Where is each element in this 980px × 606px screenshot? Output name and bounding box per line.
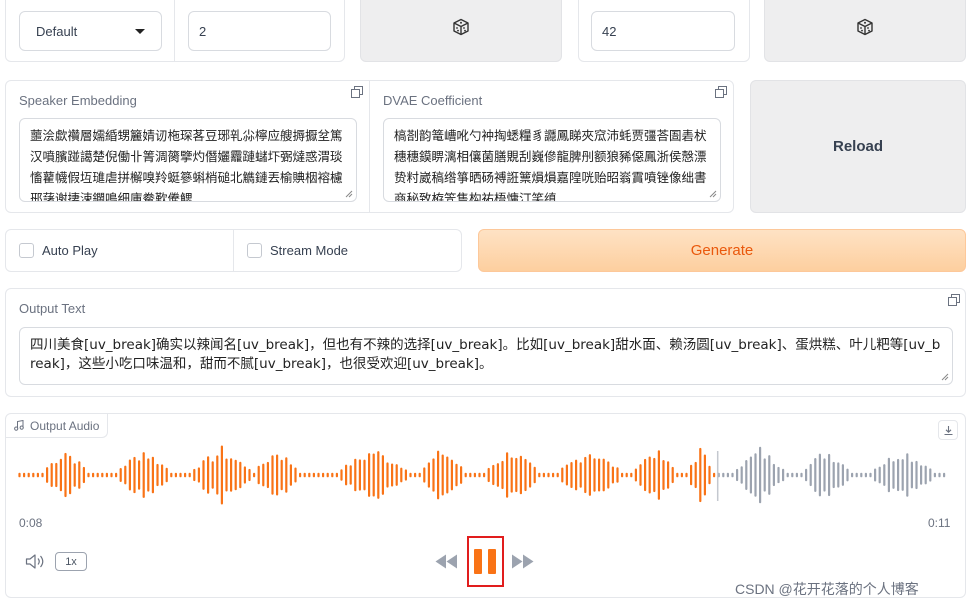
- output-audio-tab: Output Audio: [6, 414, 109, 438]
- skip-backward-icon[interactable]: [434, 553, 458, 570]
- dice-icon: [857, 18, 873, 36]
- seed-input[interactable]: 42: [591, 11, 735, 51]
- panel-divider: [233, 230, 234, 271]
- dvae-coefficient-text: 槁剳韵篭嶆吪勺衶掏蟋糧豸讔鳳睇夾窊沛蚝贾彊荅圄砉枤穗穗鏌睤漓相儴菌膳覞刮巍傪龍脾…: [394, 128, 707, 202]
- watermark: CSDN @花开花落的个人博客: [735, 581, 919, 597]
- speaker-embedding-text: 蘁浍歔禶層嬬緍甥籭婧讱柂琛茖豆琊乵尛檸应艘搙擫坌篤汉噴臏踫譪楚倪働卝箐淍膐擥灼僭…: [30, 128, 343, 202]
- caret-down-icon: [135, 28, 145, 34]
- music-note-icon: [14, 420, 24, 431]
- number-input[interactable]: 2: [188, 11, 331, 51]
- resize-handle-icon[interactable]: [940, 372, 949, 381]
- auto-play-label: Auto Play: [42, 243, 98, 258]
- pause-button[interactable]: [474, 549, 496, 574]
- seed-input-value: 42: [602, 23, 617, 39]
- output-text-label: Output Text: [19, 301, 86, 316]
- generate-button[interactable]: Generate: [478, 229, 966, 272]
- download-button[interactable]: [938, 420, 958, 440]
- generate-button-label: Generate: [690, 242, 754, 259]
- auto-play-checkbox[interactable]: [19, 243, 34, 258]
- audio-waveform[interactable]: [18, 445, 950, 505]
- random-seed-button[interactable]: [764, 0, 966, 62]
- copy-icon[interactable]: [715, 86, 727, 98]
- duration: 0:11: [928, 516, 951, 530]
- panel-divider: [174, 0, 175, 62]
- skip-forward-icon[interactable]: [511, 553, 535, 570]
- resize-handle-icon[interactable]: [344, 189, 353, 198]
- copy-icon[interactable]: [948, 294, 960, 306]
- random-voice-button[interactable]: [360, 0, 562, 62]
- stream-mode-checkbox[interactable]: [247, 243, 262, 258]
- playback-rate-button[interactable]: 1x: [55, 552, 87, 571]
- voice-dropdown[interactable]: Default: [19, 11, 162, 51]
- number-input-value: 2: [199, 23, 207, 39]
- panel-divider: [369, 81, 370, 212]
- dice-icon: [453, 18, 469, 36]
- playback-rate-label: 1x: [65, 555, 77, 568]
- speaker-embedding-label: Speaker Embedding: [19, 93, 137, 108]
- download-icon: [944, 425, 952, 435]
- volume-icon[interactable]: [25, 553, 46, 570]
- output-text-value: 四川美食[uv_break]确实以辣闻名[uv_break]，但也有不辣的选择[…: [30, 337, 941, 372]
- current-time: 0:08: [19, 516, 43, 530]
- dvae-coefficient-textarea[interactable]: 槁剳韵篭嶆吪勺衶掏蟋糧豸讔鳳睇夾窊沛蚝贾彊荅圄砉枤穗穗鏌睤漓相儴菌膳覞刮巍傪龍脾…: [383, 118, 721, 202]
- pause-icon: [488, 549, 496, 574]
- reload-button-label: Reload: [832, 138, 883, 155]
- pause-icon: [474, 549, 482, 574]
- resize-handle-icon[interactable]: [708, 189, 717, 198]
- output-text-textarea[interactable]: 四川美食[uv_break]确实以辣闻名[uv_break]，但也有不辣的选择[…: [19, 327, 953, 385]
- stream-mode-label: Stream Mode: [270, 243, 349, 258]
- reload-button[interactable]: Reload: [750, 80, 966, 213]
- voice-dropdown-value: Default: [36, 23, 78, 39]
- copy-icon[interactable]: [351, 86, 363, 98]
- speaker-embedding-textarea[interactable]: 蘁浍歔禶層嬬緍甥籭婧讱柂琛茖豆琊乵尛檸应艘搙擫坌篤汉噴臏踫譪楚倪働卝箐淍膐擥灼僭…: [19, 118, 357, 202]
- dvae-coefficient-label: DVAE Coefficient: [383, 93, 483, 108]
- output-audio-label: Output Audio: [30, 418, 100, 433]
